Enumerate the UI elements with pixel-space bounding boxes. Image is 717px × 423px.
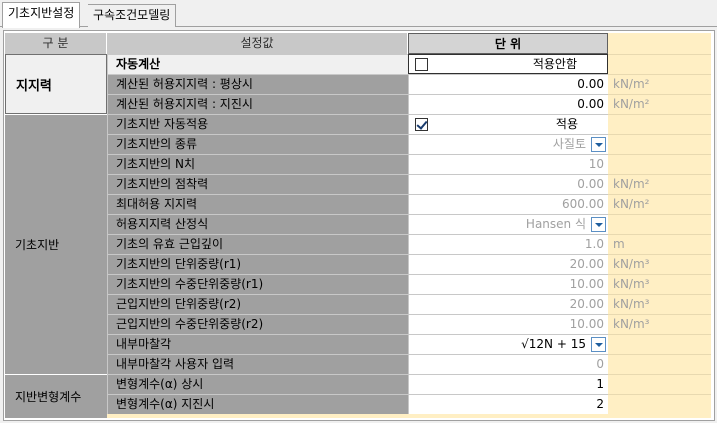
n-value-field[interactable]: 10 xyxy=(408,154,608,174)
bearing-formula-select[interactable]: Hansen 식 xyxy=(408,214,608,234)
friction-user-input-field[interactable]: 0 xyxy=(408,354,608,374)
allowable-normal-value[interactable]: 0.00 xyxy=(408,74,608,94)
row-unit xyxy=(608,214,711,234)
chevron-down-icon[interactable] xyxy=(591,137,606,152)
column-header-blank xyxy=(608,33,711,54)
deform-normal-field[interactable]: 1 xyxy=(408,374,608,394)
tab-constraint-modeling[interactable]: 구속조건모델링 xyxy=(88,4,177,27)
chevron-down-icon[interactable] xyxy=(591,337,606,352)
tab-foundation-settings[interactable]: 기초지반설정 xyxy=(2,2,81,28)
friction-angle-select[interactable]: √12N + 15 xyxy=(408,334,608,354)
row-label: 근입지반의 수중단위중량(r2) xyxy=(107,314,408,334)
unit-weight-r1-field[interactable]: 20.00 xyxy=(408,254,608,274)
column-header-setting: 설정값 xyxy=(107,33,408,54)
row-label: 변형계수(α) 지진시 xyxy=(107,394,408,414)
row-unit xyxy=(608,134,711,154)
embed-depth-field[interactable]: 1.0 xyxy=(408,234,608,254)
row-unit: kN/m³ xyxy=(608,254,711,274)
row-label: 근입지반의 단위중량(r2) xyxy=(107,294,408,314)
row-friction-angle: 내부마찰각 √12N + 15 xyxy=(107,334,711,354)
row-label: 기초지반 자동적용 xyxy=(107,114,408,134)
category-bearing: 지지력 xyxy=(5,54,107,114)
row-cohesion: 기초지반의 점착력 0.00 kN/m² xyxy=(107,174,711,194)
row-deform-normal: 변형계수(α) 상시 1 xyxy=(107,374,711,394)
row-label: 계산된 허용지지력 : 평상시 xyxy=(107,74,408,94)
row-unit: kN/m² xyxy=(608,194,711,214)
bearing-formula-value: Hansen 식 xyxy=(525,217,586,231)
row-unit: kN/m³ xyxy=(608,294,711,314)
row-unit xyxy=(608,154,711,174)
row-deform-seismic: 변형계수(α) 지진시 2 xyxy=(107,394,711,414)
row-label: 기초지반의 단위중량(r1) xyxy=(107,254,408,274)
row-max-bearing: 최대허용 지지력 600.00 kN/m² xyxy=(107,194,711,214)
row-label: 기초지반의 종류 xyxy=(107,134,408,154)
row-auto-apply: 기초지반 자동적용 적용 xyxy=(107,114,711,134)
unit-weight-r2-field[interactable]: 20.00 xyxy=(408,294,608,314)
row-unit: kN/m² xyxy=(608,94,711,114)
row-bearing-formula: 허용지지력 산정식 Hansen 식 xyxy=(107,214,711,234)
auto-calc-value: 적용안함 xyxy=(532,57,577,71)
row-unit xyxy=(608,374,711,394)
auto-calc-checkbox[interactable] xyxy=(415,58,428,71)
row-unit: m xyxy=(608,234,711,254)
tab-bar: 기초지반설정 구속조건모델링 xyxy=(0,0,717,28)
row-unit xyxy=(608,354,711,374)
row-allowable-seismic: 계산된 허용지지력 : 지진시 0.00 kN/m² xyxy=(107,94,711,114)
row-submerged-weight-r1: 기초지반의 수중단위중량(r1) 10.00 kN/m³ xyxy=(107,274,711,294)
row-submerged-weight-r2: 근입지반의 수중단위중량(r2) 10.00 kN/m³ xyxy=(107,314,711,334)
row-unit-weight-r1: 기초지반의 단위중량(r1) 20.00 kN/m³ xyxy=(107,254,711,274)
row-label: 변형계수(α) 상시 xyxy=(107,374,408,394)
row-unit xyxy=(608,334,711,354)
row-label: 기초지반의 점착력 xyxy=(107,174,408,194)
deform-seismic-field[interactable]: 2 xyxy=(408,394,608,414)
column-header-category: 구 분 xyxy=(5,33,107,54)
row-label: 허용지지력 산정식 xyxy=(107,214,408,234)
row-unit xyxy=(608,54,711,74)
row-label: 최대허용 지지력 xyxy=(107,194,408,214)
row-label: 자동계산 xyxy=(107,54,408,74)
allowable-seismic-value[interactable]: 0.00 xyxy=(408,94,608,114)
category-foundation: 기초지반 xyxy=(5,114,107,374)
soil-type-select[interactable]: 사질토 xyxy=(408,134,608,154)
row-embed-depth: 기초의 유효 근입깊이 1.0 m xyxy=(107,234,711,254)
soil-type-value: 사질토 xyxy=(552,137,586,151)
row-unit: kN/m³ xyxy=(608,314,711,334)
auto-apply-checkbox-cell[interactable]: 적용 xyxy=(408,114,608,134)
submerged-weight-r2-field[interactable]: 10.00 xyxy=(408,314,608,334)
row-allowable-normal: 계산된 허용지지력 : 평상시 0.00 kN/m² xyxy=(107,74,711,94)
row-unit xyxy=(608,114,711,134)
property-grid: 구 분 설정값 단 위 지지력 기초지반 지반변형계수 자동계산 적용안함 계산… xyxy=(5,33,711,418)
row-label: 내부마찰각 xyxy=(107,334,408,354)
row-label: 기초지반의 수중단위중량(r1) xyxy=(107,274,408,294)
row-unit: kN/m³ xyxy=(608,274,711,294)
row-friction-user-input: 내부마찰각 사용자 입력 0 xyxy=(107,354,711,374)
category-deformation: 지반변형계수 xyxy=(5,374,107,418)
max-bearing-field[interactable]: 600.00 xyxy=(408,194,608,214)
row-unit xyxy=(608,394,711,414)
submerged-weight-r1-field[interactable]: 10.00 xyxy=(408,274,608,294)
row-label: 기초지반의 N치 xyxy=(107,154,408,174)
chevron-down-icon[interactable] xyxy=(591,217,606,232)
row-soil-type: 기초지반의 종류 사질토 xyxy=(107,134,711,154)
auto-apply-checkbox[interactable] xyxy=(415,118,428,131)
row-label: 기초의 유효 근입깊이 xyxy=(107,234,408,254)
row-label: 내부마찰각 사용자 입력 xyxy=(107,354,408,374)
row-unit-weight-r2: 근입지반의 단위중량(r2) 20.00 kN/m³ xyxy=(107,294,711,314)
cohesion-field[interactable]: 0.00 xyxy=(408,174,608,194)
row-unit: kN/m² xyxy=(608,74,711,94)
column-header-unit: 단 위 xyxy=(408,33,608,54)
friction-angle-value: √12N + 15 xyxy=(521,337,586,351)
row-unit: kN/m² xyxy=(608,174,711,194)
row-auto-calc: 자동계산 적용안함 xyxy=(107,54,711,74)
row-label: 계산된 허용지지력 : 지진시 xyxy=(107,94,408,114)
row-n-value: 기초지반의 N치 10 xyxy=(107,154,711,174)
auto-calc-checkbox-cell[interactable]: 적용안함 xyxy=(408,54,608,74)
auto-apply-value: 적용 xyxy=(555,117,578,131)
